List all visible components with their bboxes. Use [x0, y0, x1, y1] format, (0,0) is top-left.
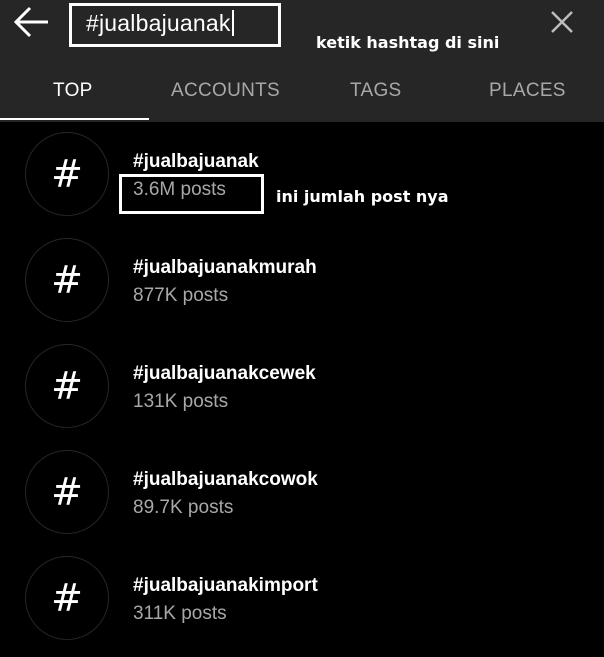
hashtag-icon: # — [25, 556, 109, 640]
search-query: #jualbajuanak — [86, 10, 234, 37]
list-item[interactable]: # #jualbajuanak 3.6M posts — [0, 122, 604, 228]
tab-bar: TOP ACCOUNTS TAGS PLACES — [0, 60, 604, 122]
hashtag-icon: # — [25, 238, 109, 322]
hashtag-name: #jualbajuanakimport — [133, 575, 318, 596]
search-header: #jualbajuanak ketik hashtag di sini TOP … — [0, 0, 604, 122]
tab-places[interactable]: PLACES — [489, 80, 566, 102]
close-icon[interactable] — [548, 8, 576, 36]
post-count: 131K posts — [133, 391, 229, 412]
hashtag-name: #jualbajuanakmurah — [133, 257, 317, 278]
list-item[interactable]: # #jualbajuanakcowok 89.7K posts — [0, 440, 604, 546]
tab-tags[interactable]: TAGS — [350, 80, 402, 102]
search-hint-annotation: ketik hashtag di sini — [316, 33, 500, 52]
hashtag-icon: # — [25, 132, 109, 216]
back-arrow-icon[interactable] — [12, 4, 52, 40]
tab-accounts[interactable]: ACCOUNTS — [171, 80, 280, 102]
post-count: 877K posts — [133, 285, 229, 306]
hashtag-icon: # — [25, 450, 109, 534]
list-item[interactable]: # #jualbajuanakmurah 877K posts — [0, 228, 604, 334]
active-tab-indicator — [0, 118, 149, 120]
hashtag-name: #jualbajuanakcewek — [133, 363, 316, 384]
post-count: 311K posts — [133, 603, 227, 624]
hashtag-name: #jualbajuanakcowok — [133, 469, 318, 490]
search-input[interactable]: #jualbajuanak — [69, 3, 281, 47]
list-item[interactable]: # #jualbajuanakcewek 131K posts — [0, 334, 604, 440]
post-count-highlight-box — [119, 174, 264, 214]
post-count-annotation: ini jumlah post nya — [276, 187, 449, 206]
post-count: 89.7K posts — [133, 497, 234, 518]
list-item[interactable]: # #jualbajuanakimport 311K posts — [0, 546, 604, 652]
tab-top[interactable]: TOP — [53, 80, 93, 102]
hashtag-name: #jualbajuanak — [133, 151, 259, 172]
hashtag-icon: # — [25, 344, 109, 428]
text-caret — [231, 10, 234, 36]
